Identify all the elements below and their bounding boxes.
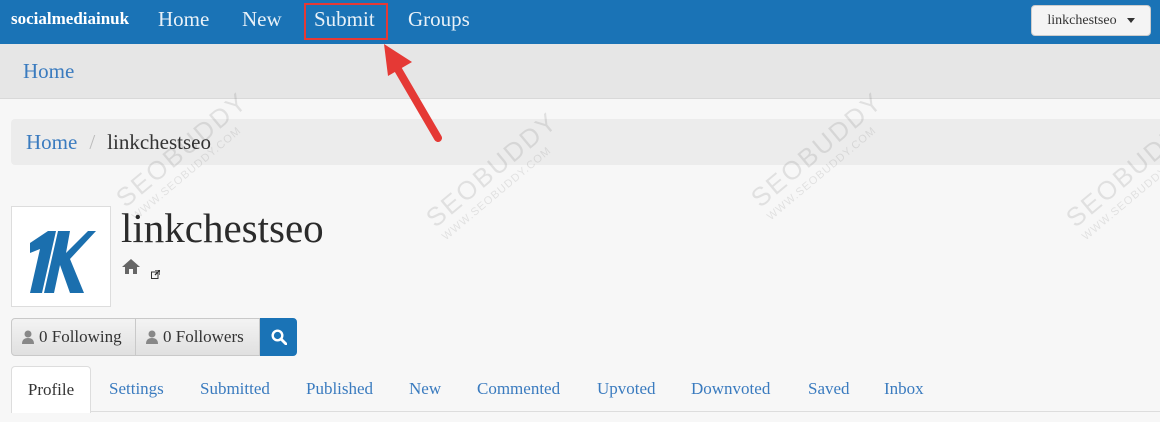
- submit-highlight-box: [304, 3, 388, 40]
- followers-count: 0 Followers: [163, 327, 244, 346]
- profile-name: linkchestseo: [121, 205, 324, 251]
- tab-submitted[interactable]: Submitted: [200, 379, 270, 399]
- k-logo-icon: [30, 230, 96, 293]
- user-icon: [146, 330, 158, 344]
- page-header-home-link[interactable]: Home: [23, 59, 74, 84]
- tab-saved[interactable]: Saved: [808, 379, 850, 399]
- page-header: Home: [0, 44, 1160, 99]
- home-icon[interactable]: [122, 259, 140, 279]
- profile-tabs: Profile Settings Submitted Published New…: [11, 366, 1160, 413]
- tab-upvoted[interactable]: Upvoted: [597, 379, 656, 399]
- tab-commented[interactable]: Commented: [477, 379, 560, 399]
- user-icon: [22, 330, 34, 344]
- breadcrumb: Home / linkchestseo: [11, 119, 1160, 165]
- tab-profile[interactable]: Profile: [11, 366, 91, 413]
- nav-new[interactable]: New: [242, 7, 282, 32]
- breadcrumb-current: linkchestseo: [107, 129, 211, 154]
- top-navbar: socialmediainuk Home New Submit Groups l…: [0, 0, 1160, 44]
- followers-button[interactable]: 0 Followers: [136, 318, 260, 356]
- follow-button-group: 0 Following 0 Followers: [11, 318, 297, 356]
- tab-published[interactable]: Published: [306, 379, 373, 399]
- nav-groups[interactable]: Groups: [408, 7, 470, 32]
- avatar: [11, 206, 111, 307]
- search-button[interactable]: [260, 318, 297, 356]
- annotation-arrow-icon: [384, 44, 442, 142]
- tab-inbox[interactable]: Inbox: [884, 379, 924, 399]
- search-icon: [270, 329, 287, 345]
- tab-settings[interactable]: Settings: [109, 379, 164, 399]
- user-menu-dropdown[interactable]: linkchestseo: [1031, 5, 1151, 36]
- breadcrumb-separator: /: [89, 129, 96, 154]
- external-link-icon[interactable]: [151, 266, 161, 284]
- tab-new[interactable]: New: [409, 379, 441, 399]
- user-menu-label: linkchestseo: [1047, 12, 1117, 28]
- nav-home[interactable]: Home: [158, 7, 209, 32]
- following-button[interactable]: 0 Following: [11, 318, 136, 356]
- tab-downvoted[interactable]: Downvoted: [691, 379, 770, 399]
- breadcrumb-home-link[interactable]: Home: [26, 130, 77, 155]
- site-brand[interactable]: socialmediainuk: [11, 9, 129, 29]
- following-count: 0 Following: [39, 327, 122, 346]
- caret-down-icon: [1126, 18, 1135, 23]
